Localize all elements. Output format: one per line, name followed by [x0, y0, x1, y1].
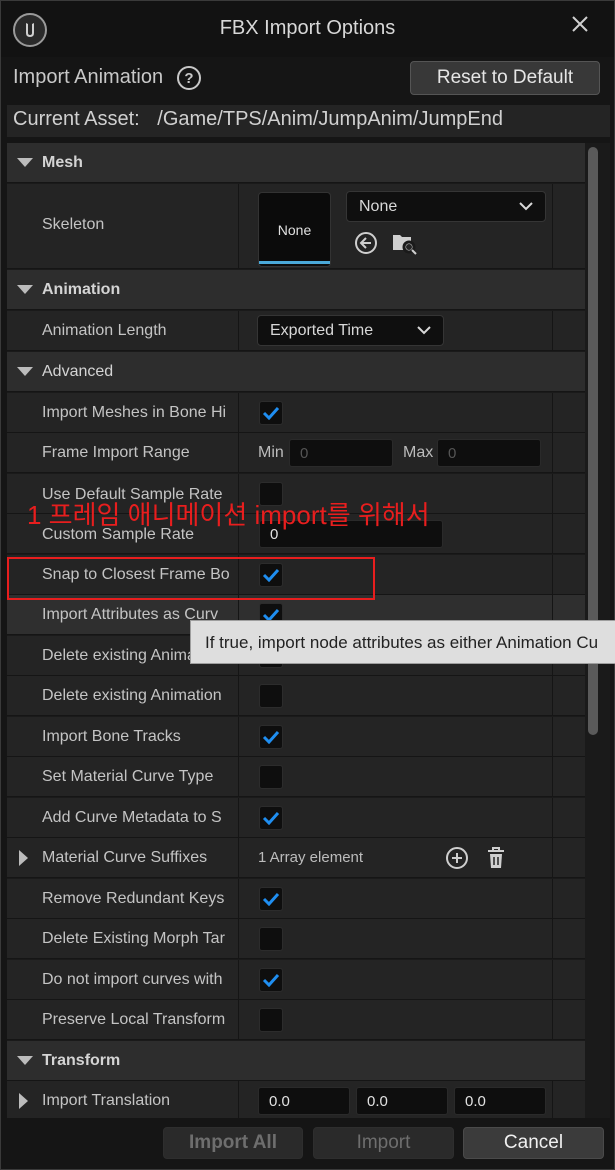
animation-length-row: Animation Length Exported Time: [7, 311, 585, 351]
fbx-import-window: FBX Import Options Import Animation ? Re…: [0, 0, 615, 1170]
annotation-text: 1 프레임 애니메이션 import를 위해서: [27, 500, 430, 530]
collapse-arrow-icon: [17, 367, 33, 376]
thumbnail-label: None: [277, 221, 312, 238]
animation-length-label: Animation Length: [42, 322, 167, 339]
category-label: Transform: [42, 1052, 121, 1069]
skeleton-label: Skeleton: [42, 216, 105, 233]
property-row: Snap to Closest Frame Bo: [7, 555, 585, 595]
chevron-down-icon: [417, 322, 431, 340]
property-row: Preserve Local Transform: [7, 1000, 585, 1040]
category-animation[interactable]: Animation: [7, 270, 585, 310]
property-label: Import Translation: [42, 1092, 171, 1109]
collapse-arrow-icon: [17, 1056, 33, 1065]
collapse-arrow-icon: [17, 285, 33, 294]
property-label: Snap to Closest Frame Bo: [42, 566, 230, 583]
property-row: Do not import curves with: [7, 960, 585, 1000]
do-not-import-curves-checkbox[interactable]: [259, 968, 283, 992]
current-asset-label: Current Asset:: [13, 108, 140, 130]
snap-to-closest-frame-checkbox[interactable]: [259, 563, 283, 587]
delete-existing-morph-targets-checkbox[interactable]: [259, 927, 283, 951]
translation-y-input[interactable]: 0.0: [356, 1087, 448, 1115]
preserve-local-transform-checkbox[interactable]: [259, 1008, 283, 1032]
category-label: Mesh: [42, 154, 83, 171]
material-curve-suffixes-row: Material Curve Suffixes 1 Array element: [7, 838, 585, 878]
property-row: Import Meshes in Bone Hi: [7, 393, 585, 433]
property-label: Frame Import Range: [42, 444, 190, 461]
close-icon[interactable]: [567, 11, 593, 37]
footer: Import All Import Cancel: [1, 1121, 614, 1169]
property-label: Do not import curves with: [42, 971, 223, 988]
cancel-button[interactable]: Cancel: [463, 1127, 604, 1159]
range-max-input[interactable]: 0: [437, 439, 541, 467]
property-row: Remove Redundant Keys: [7, 879, 585, 919]
expand-arrow-icon[interactable]: [19, 850, 28, 866]
skeleton-row: Skeleton None None: [7, 184, 585, 269]
browse-asset-icon[interactable]: [391, 230, 417, 256]
animation-length-dropdown[interactable]: Exported Time: [257, 315, 444, 346]
expand-arrow-icon[interactable]: [19, 1093, 28, 1109]
property-row: Delete Existing Morph Tar: [7, 919, 585, 959]
category-transform[interactable]: Transform: [7, 1041, 585, 1081]
remove-redundant-keys-checkbox[interactable]: [259, 887, 283, 911]
window-title: FBX Import Options: [219, 17, 396, 39]
property-row: Set Material Curve Type: [7, 757, 585, 797]
reset-to-default-button[interactable]: Reset to Default: [410, 61, 600, 95]
current-asset: Current Asset: /Game/TPS/Anim/JumpAnim/J…: [7, 105, 610, 137]
import-bone-tracks-checkbox[interactable]: [259, 725, 283, 749]
import-translation-row: Import Translation 0.0 0.0 0.0: [7, 1081, 585, 1118]
translation-x-input[interactable]: 0.0: [258, 1087, 350, 1115]
add-element-icon[interactable]: [444, 845, 470, 871]
import-all-button[interactable]: Import All: [163, 1127, 303, 1159]
tooltip: If true, import node attributes as eithe…: [190, 620, 615, 664]
import-meshes-checkbox[interactable]: [259, 401, 283, 425]
title-bar: FBX Import Options: [1, 1, 614, 57]
delete-existing-animation-checkbox[interactable]: [259, 684, 283, 708]
current-asset-path: /Game/TPS/Anim/JumpAnim/JumpEnd: [157, 108, 503, 130]
property-row: Import Bone Tracks: [7, 717, 585, 757]
chevron-down-icon: [519, 198, 533, 216]
import-button[interactable]: Import: [313, 1127, 454, 1159]
skeleton-dropdown[interactable]: None: [346, 191, 546, 222]
use-selected-asset-icon[interactable]: [353, 230, 379, 256]
category-label: Animation: [42, 281, 121, 298]
range-min-input[interactable]: 0: [289, 439, 393, 467]
array-count-label: 1 Array element: [258, 849, 364, 866]
property-label: Import Bone Tracks: [42, 728, 181, 745]
property-label: Import Meshes in Bone Hi: [42, 404, 227, 421]
trash-icon[interactable]: [483, 845, 509, 871]
range-max-label: Max: [403, 444, 434, 461]
frame-import-range-row: Frame Import Range Min 0 Max 0: [7, 433, 585, 473]
import-header: Import Animation ? Reset to Default: [1, 57, 614, 101]
skeleton-dropdown-value: None: [359, 197, 398, 215]
category-advanced[interactable]: Advanced: [7, 352, 585, 392]
help-icon[interactable]: ?: [177, 66, 201, 90]
property-label: Delete existing Animation: [42, 687, 222, 704]
animation-length-value: Exported Time: [270, 321, 374, 339]
property-row: Add Curve Metadata to S: [7, 798, 585, 838]
property-label: Remove Redundant Keys: [42, 890, 225, 907]
property-label: Set Material Curve Type: [42, 768, 214, 785]
translation-z-input[interactable]: 0.0: [454, 1087, 546, 1115]
thumbnail-underline: [259, 261, 330, 264]
add-curve-metadata-checkbox[interactable]: [259, 806, 283, 830]
property-label: Delete Existing Morph Tar: [42, 930, 225, 947]
range-min-label: Min: [258, 444, 284, 461]
property-label: Material Curve Suffixes: [42, 849, 208, 866]
property-label: Preserve Local Transform: [42, 1011, 226, 1028]
category-label: Advanced: [42, 363, 114, 380]
collapse-arrow-icon: [17, 158, 33, 167]
property-label: Add Curve Metadata to S: [42, 809, 222, 826]
property-row: Delete existing Animation: [7, 676, 585, 716]
category-mesh[interactable]: Mesh: [7, 143, 585, 183]
set-material-curve-type-checkbox[interactable]: [259, 765, 283, 789]
skeleton-thumbnail[interactable]: None: [258, 192, 331, 267]
import-type-label: Import Animation: [13, 66, 164, 88]
